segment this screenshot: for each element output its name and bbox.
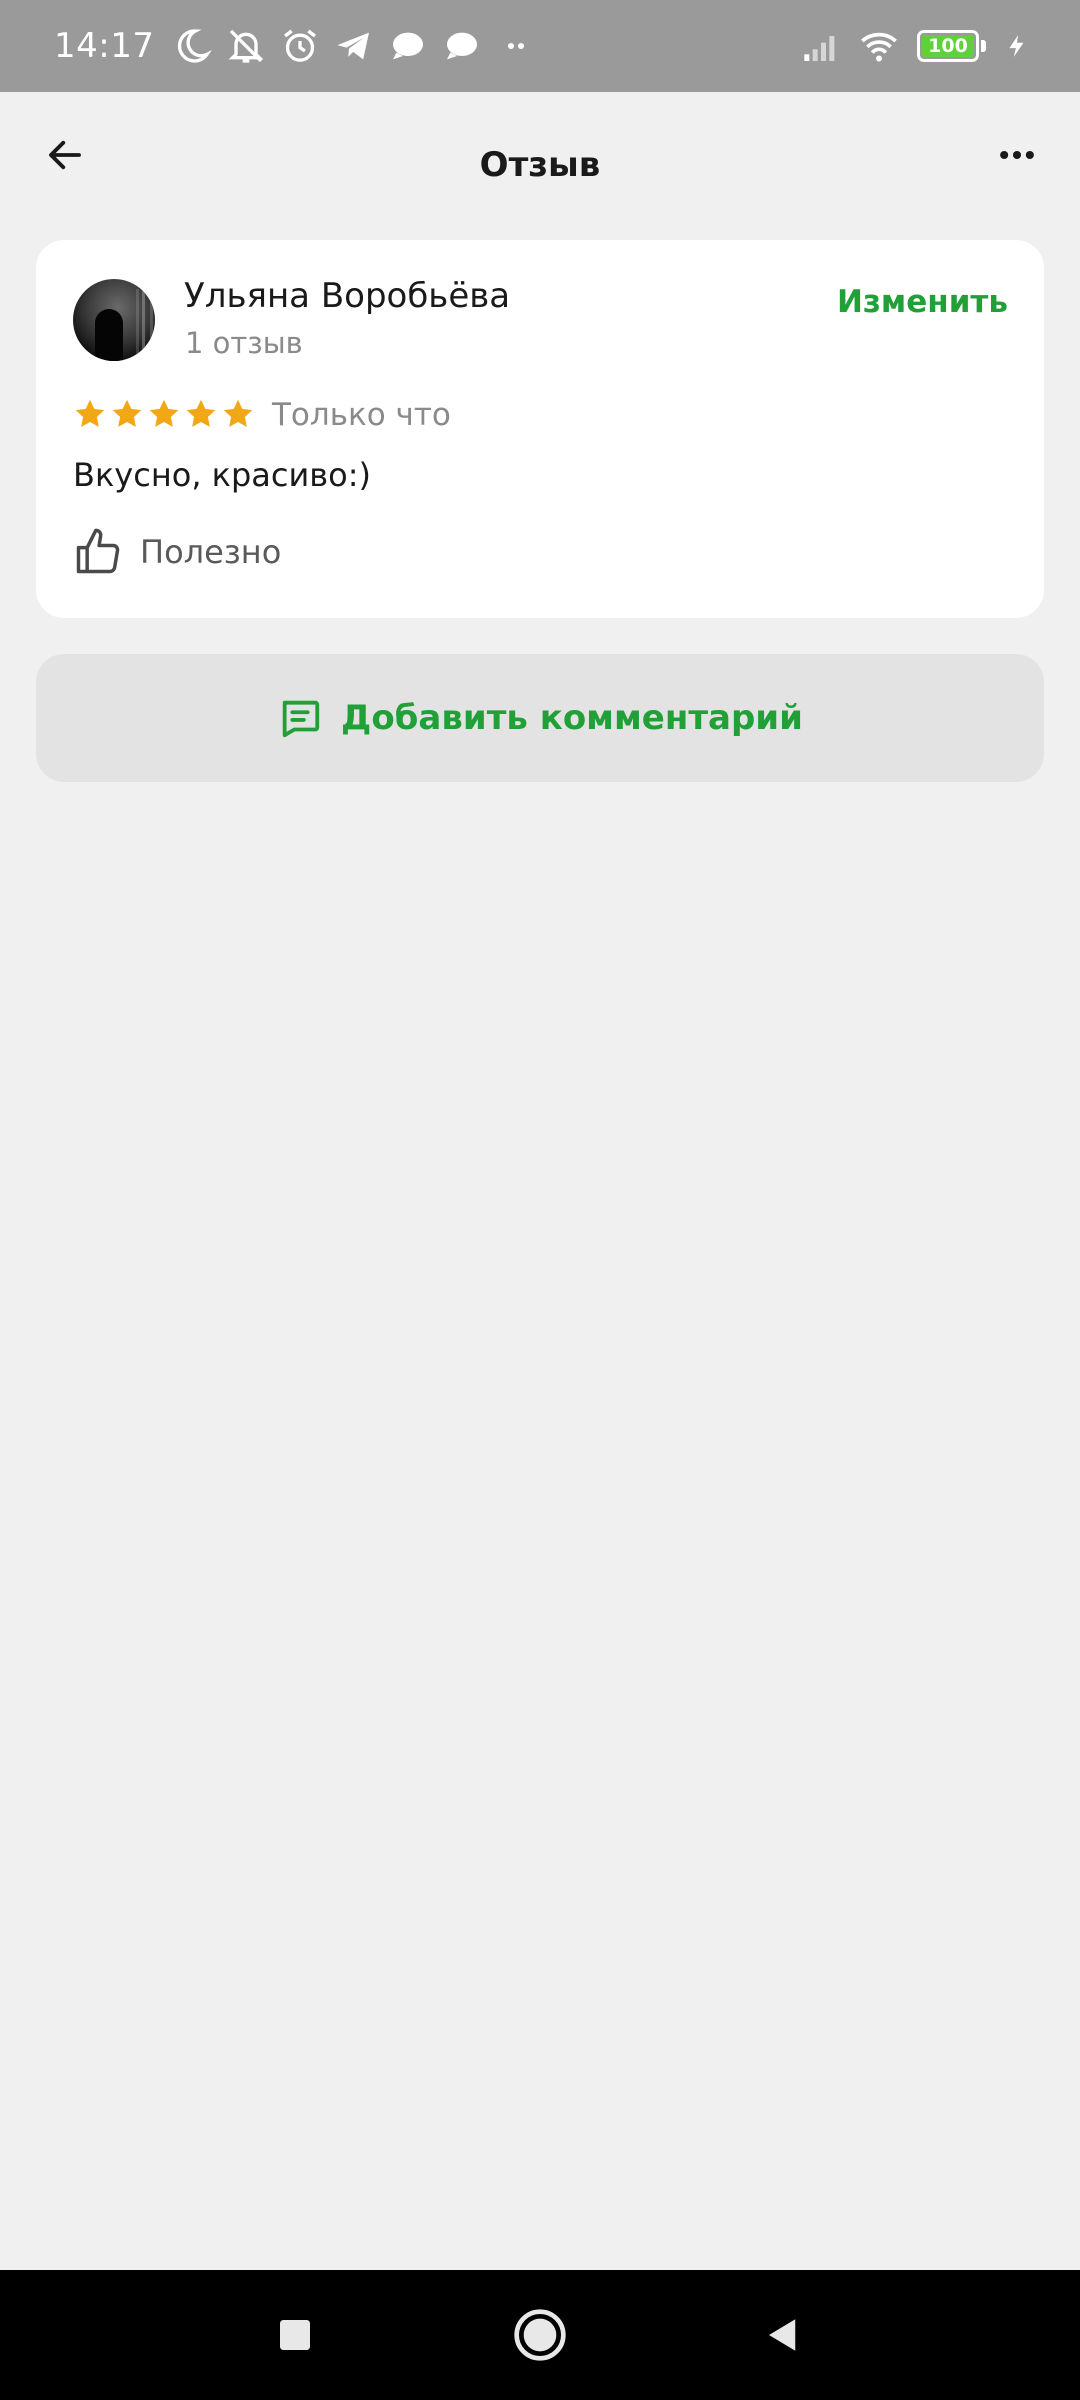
rating-stars — [72, 396, 256, 432]
star-icon — [186, 399, 216, 427]
chat-bubble-icon — [388, 26, 428, 66]
comment-icon — [282, 700, 320, 738]
moon-icon — [172, 26, 213, 66]
app-header: Отзыв — [0, 92, 1080, 238]
more-menu-button[interactable] — [992, 130, 1042, 180]
more-horizontal-icon — [1000, 150, 1034, 160]
useful-label: Полезно — [140, 533, 282, 571]
battery-level: 100 — [922, 35, 974, 57]
circle-icon — [514, 2309, 566, 2361]
page-title: Отзыв — [479, 145, 601, 185]
star-icon — [112, 399, 142, 427]
chat-bubble-icon — [442, 26, 482, 66]
useful-button[interactable]: Полезно — [72, 522, 281, 582]
recents-button[interactable] — [258, 2298, 332, 2372]
triangle-back-icon — [769, 2319, 796, 2351]
arrow-left-icon — [49, 140, 81, 170]
status-bar: 14:17 100 — [0, 0, 1080, 92]
status-time: 14:17 — [54, 26, 155, 66]
author-name[interactable]: Ульяна Воробьёва — [184, 276, 510, 316]
system-nav-bar — [0, 2270, 1080, 2400]
back-nav-button[interactable] — [746, 2298, 820, 2372]
home-button[interactable] — [503, 2298, 577, 2372]
thumbs-up-icon — [76, 528, 120, 574]
author-reviews-count: 1 отзыв — [185, 326, 303, 360]
wifi-icon — [859, 26, 899, 66]
charging-icon — [1004, 26, 1030, 66]
edit-button[interactable]: Изменить — [837, 284, 1008, 320]
add-comment-label: Добавить комментарий — [341, 698, 803, 738]
review-text: Вкусно, красиво:) — [73, 456, 371, 494]
star-icon — [223, 399, 253, 427]
battery-icon: 100 — [917, 30, 986, 62]
bell-off-icon — [226, 26, 266, 66]
review-time: Только что — [272, 397, 451, 433]
signal-icon — [801, 26, 841, 66]
review-card: Ульяна Воробьёва 1 отзыв Изменить Только… — [36, 240, 1044, 618]
alarm-icon — [280, 26, 320, 66]
star-icon — [75, 399, 105, 427]
add-comment-button[interactable]: Добавить комментарий — [36, 654, 1044, 782]
avatar[interactable] — [73, 279, 155, 361]
star-icon — [149, 399, 179, 427]
square-icon — [280, 2320, 310, 2350]
back-button[interactable] — [40, 130, 90, 180]
more-dots-icon — [496, 26, 536, 66]
telegram-icon — [334, 26, 374, 66]
